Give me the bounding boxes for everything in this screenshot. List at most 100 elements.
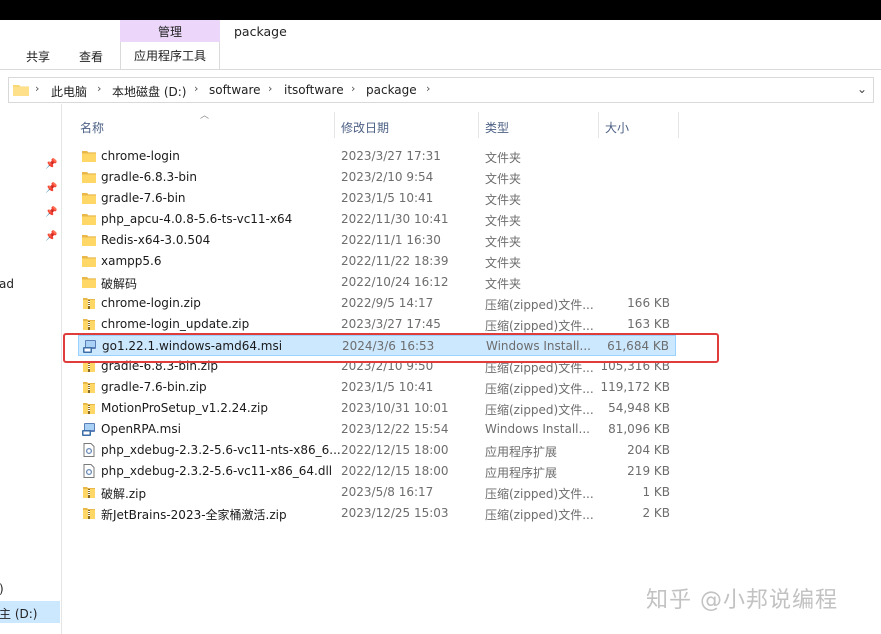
tab-app-tools[interactable]: 应用程序工具 <box>120 42 220 70</box>
address-bar[interactable]: › 此电脑 › 本地磁盘 (D:) › software › itsoftwar… <box>8 77 874 103</box>
column-header-size[interactable]: 大小 <box>605 119 629 136</box>
chevron-right-icon[interactable]: › <box>35 82 39 95</box>
zip-file-icon <box>83 319 95 330</box>
file-name: php_apcu-4.0.8-5.6-ts-vc11-x64 <box>101 212 293 226</box>
title-bar <box>0 0 881 20</box>
chevron-right-icon[interactable]: › <box>351 82 355 95</box>
pin-icon[interactable]: 📌 <box>45 159 57 170</box>
file-row[interactable]: chrome-login 2023/3/27 17:31 文件夹 <box>78 146 676 167</box>
dll-file-icon <box>83 464 95 478</box>
window-title: package <box>234 24 287 39</box>
file-type: 压缩(zipped)文件... <box>485 298 594 312</box>
column-divider[interactable] <box>334 112 335 138</box>
zip-file-icon <box>83 487 95 498</box>
file-date: 2023/3/27 17:45 <box>341 317 441 331</box>
file-name: 破解码 <box>101 277 138 291</box>
file-date: 2022/12/15 18:00 <box>341 464 449 478</box>
nav-item-partial[interactable]: ad <box>0 277 14 291</box>
file-type: 文件夹 <box>485 235 522 249</box>
chevron-right-icon[interactable]: › <box>426 82 430 95</box>
chevron-right-icon[interactable]: › <box>194 82 198 95</box>
file-name: php_xdebug-2.3.2-5.6-vc11-nts-x86_6... <box>101 443 341 457</box>
breadcrumb-package[interactable]: package <box>366 83 417 97</box>
file-date: 2022/12/15 18:00 <box>341 443 449 457</box>
file-row[interactable]: php_xdebug-2.3.2-5.6-vc11-x86_64.dll 2022… <box>78 461 676 482</box>
watermark: 知乎 @小邦说编程 <box>646 588 838 613</box>
file-size: 119,172 KB <box>600 380 670 394</box>
file-type: 文件夹 <box>485 172 522 186</box>
chevron-right-icon[interactable]: › <box>268 82 272 95</box>
tab-view[interactable]: 查看 <box>79 48 103 65</box>
column-divider[interactable] <box>478 112 479 138</box>
file-name: gradle-6.8.3-bin <box>101 170 197 184</box>
column-header-date[interactable]: 修改日期 <box>341 119 389 136</box>
file-date: 2023/5/8 16:17 <box>341 485 434 499</box>
file-row[interactable]: chrome-login_update.zip 2023/3/27 17:45 压缩… <box>78 314 676 335</box>
zip-file-icon <box>83 508 95 519</box>
file-row[interactable]: MotionProSetup_v1.2.24.zip 2023/10/31 10:… <box>78 398 676 419</box>
file-row[interactable]: Redis-x64-3.0.504 2022/11/1 16:30 文件夹 <box>78 230 676 251</box>
pin-icon[interactable]: 📌 <box>45 231 57 242</box>
file-row[interactable]: gradle-6.8.3-bin 2023/2/10 9:54 文件夹 <box>78 167 676 188</box>
file-size: 166 KB <box>627 296 670 310</box>
chevron-down-icon[interactable]: ⌄ <box>857 82 867 96</box>
nav-item-partial[interactable]: ) <box>0 582 4 596</box>
zip-file-icon <box>83 403 95 414</box>
file-date: 2022/11/1 16:30 <box>341 233 441 247</box>
file-name: chrome-login_update.zip <box>101 317 250 331</box>
pin-icon[interactable]: 📌 <box>45 207 57 218</box>
file-name: gradle-7.6-bin.zip <box>101 380 207 394</box>
file-date: 2022/10/24 16:12 <box>341 275 449 289</box>
file-row[interactable]: OpenRPA.msi 2023/12/22 15:54 Windows Insta… <box>78 419 676 440</box>
column-header-type[interactable]: 类型 <box>485 119 509 136</box>
breadcrumb-drive-d[interactable]: 本地磁盘 (D:) <box>112 83 186 100</box>
file-name: gradle-7.6-bin <box>101 191 186 205</box>
file-date: 2023/2/10 9:54 <box>341 170 434 184</box>
file-type: 应用程序扩展 <box>485 445 558 459</box>
file-date: 2022/11/22 18:39 <box>341 254 449 268</box>
file-name: 新JetBrains-2023-全家桶激活.zip <box>101 508 287 522</box>
file-name: OpenRPA.msi <box>101 422 181 436</box>
pane-divider <box>61 104 62 634</box>
file-date: 2023/12/25 15:03 <box>341 506 449 520</box>
file-row[interactable]: gradle-7.6-bin 2023/1/5 10:41 文件夹 <box>78 188 676 209</box>
file-row[interactable]: chrome-login.zip 2022/9/5 14:17 压缩(zipped)… <box>78 293 676 314</box>
manage-tab-label[interactable]: 管理 <box>120 23 220 40</box>
column-divider[interactable] <box>678 112 679 138</box>
file-date: 2023/3/27 17:31 <box>341 149 441 163</box>
file-size: 1 KB <box>642 485 670 499</box>
file-row[interactable]: gradle-7.6-bin.zip 2023/1/5 10:41 压缩(zippe… <box>78 377 676 398</box>
file-size: 54,948 KB <box>608 401 670 415</box>
column-header-name[interactable]: 名称 <box>80 119 104 136</box>
file-row[interactable]: php_xdebug-2.3.2-5.6-vc11-nts-x86_6... 20… <box>78 440 676 461</box>
file-name: chrome-login.zip <box>101 296 201 310</box>
tab-share[interactable]: 共享 <box>26 48 50 65</box>
file-type: 压缩(zipped)文件... <box>485 508 594 522</box>
pin-icon[interactable]: 📌 <box>45 183 57 194</box>
nav-item-drive-d[interactable]: 主 (D:) <box>0 605 37 622</box>
file-name: 破解.zip <box>101 487 147 501</box>
file-row[interactable]: 破解.zip 2023/5/8 16:17 压缩(zipped)文件... 1 KB <box>78 482 676 503</box>
file-type: 文件夹 <box>485 151 522 165</box>
file-size: 81,096 KB <box>608 422 670 436</box>
breadcrumb-this-pc[interactable]: 此电脑 <box>51 83 87 100</box>
folder-icon <box>82 172 96 183</box>
file-name: php_xdebug-2.3.2-5.6-vc11-x86_64.dll <box>101 464 333 478</box>
ribbon-divider <box>0 69 881 70</box>
file-date: 2023/12/22 15:54 <box>341 422 449 436</box>
breadcrumb-software[interactable]: software <box>209 83 261 97</box>
column-divider[interactable] <box>598 112 599 138</box>
file-size: 219 KB <box>627 464 670 478</box>
folder-icon <box>82 256 96 267</box>
file-row[interactable]: xampp5.6 2022/11/22 18:39 文件夹 <box>78 251 676 272</box>
chevron-right-icon[interactable]: › <box>97 82 101 95</box>
breadcrumb-itsoftware[interactable]: itsoftware <box>284 83 344 97</box>
zip-file-icon <box>83 382 95 393</box>
msi-installer-icon <box>82 423 95 436</box>
file-type: 压缩(zipped)文件... <box>485 319 594 333</box>
file-row[interactable]: 新JetBrains-2023-全家桶激活.zip 2023/12/25 15:0… <box>78 503 676 524</box>
file-row[interactable]: php_apcu-4.0.8-5.6-ts-vc11-x64 2022/11/30… <box>78 209 676 230</box>
file-type: 文件夹 <box>485 214 522 228</box>
folder-icon <box>82 151 96 162</box>
file-row[interactable]: 破解码 2022/10/24 16:12 文件夹 <box>78 272 676 293</box>
